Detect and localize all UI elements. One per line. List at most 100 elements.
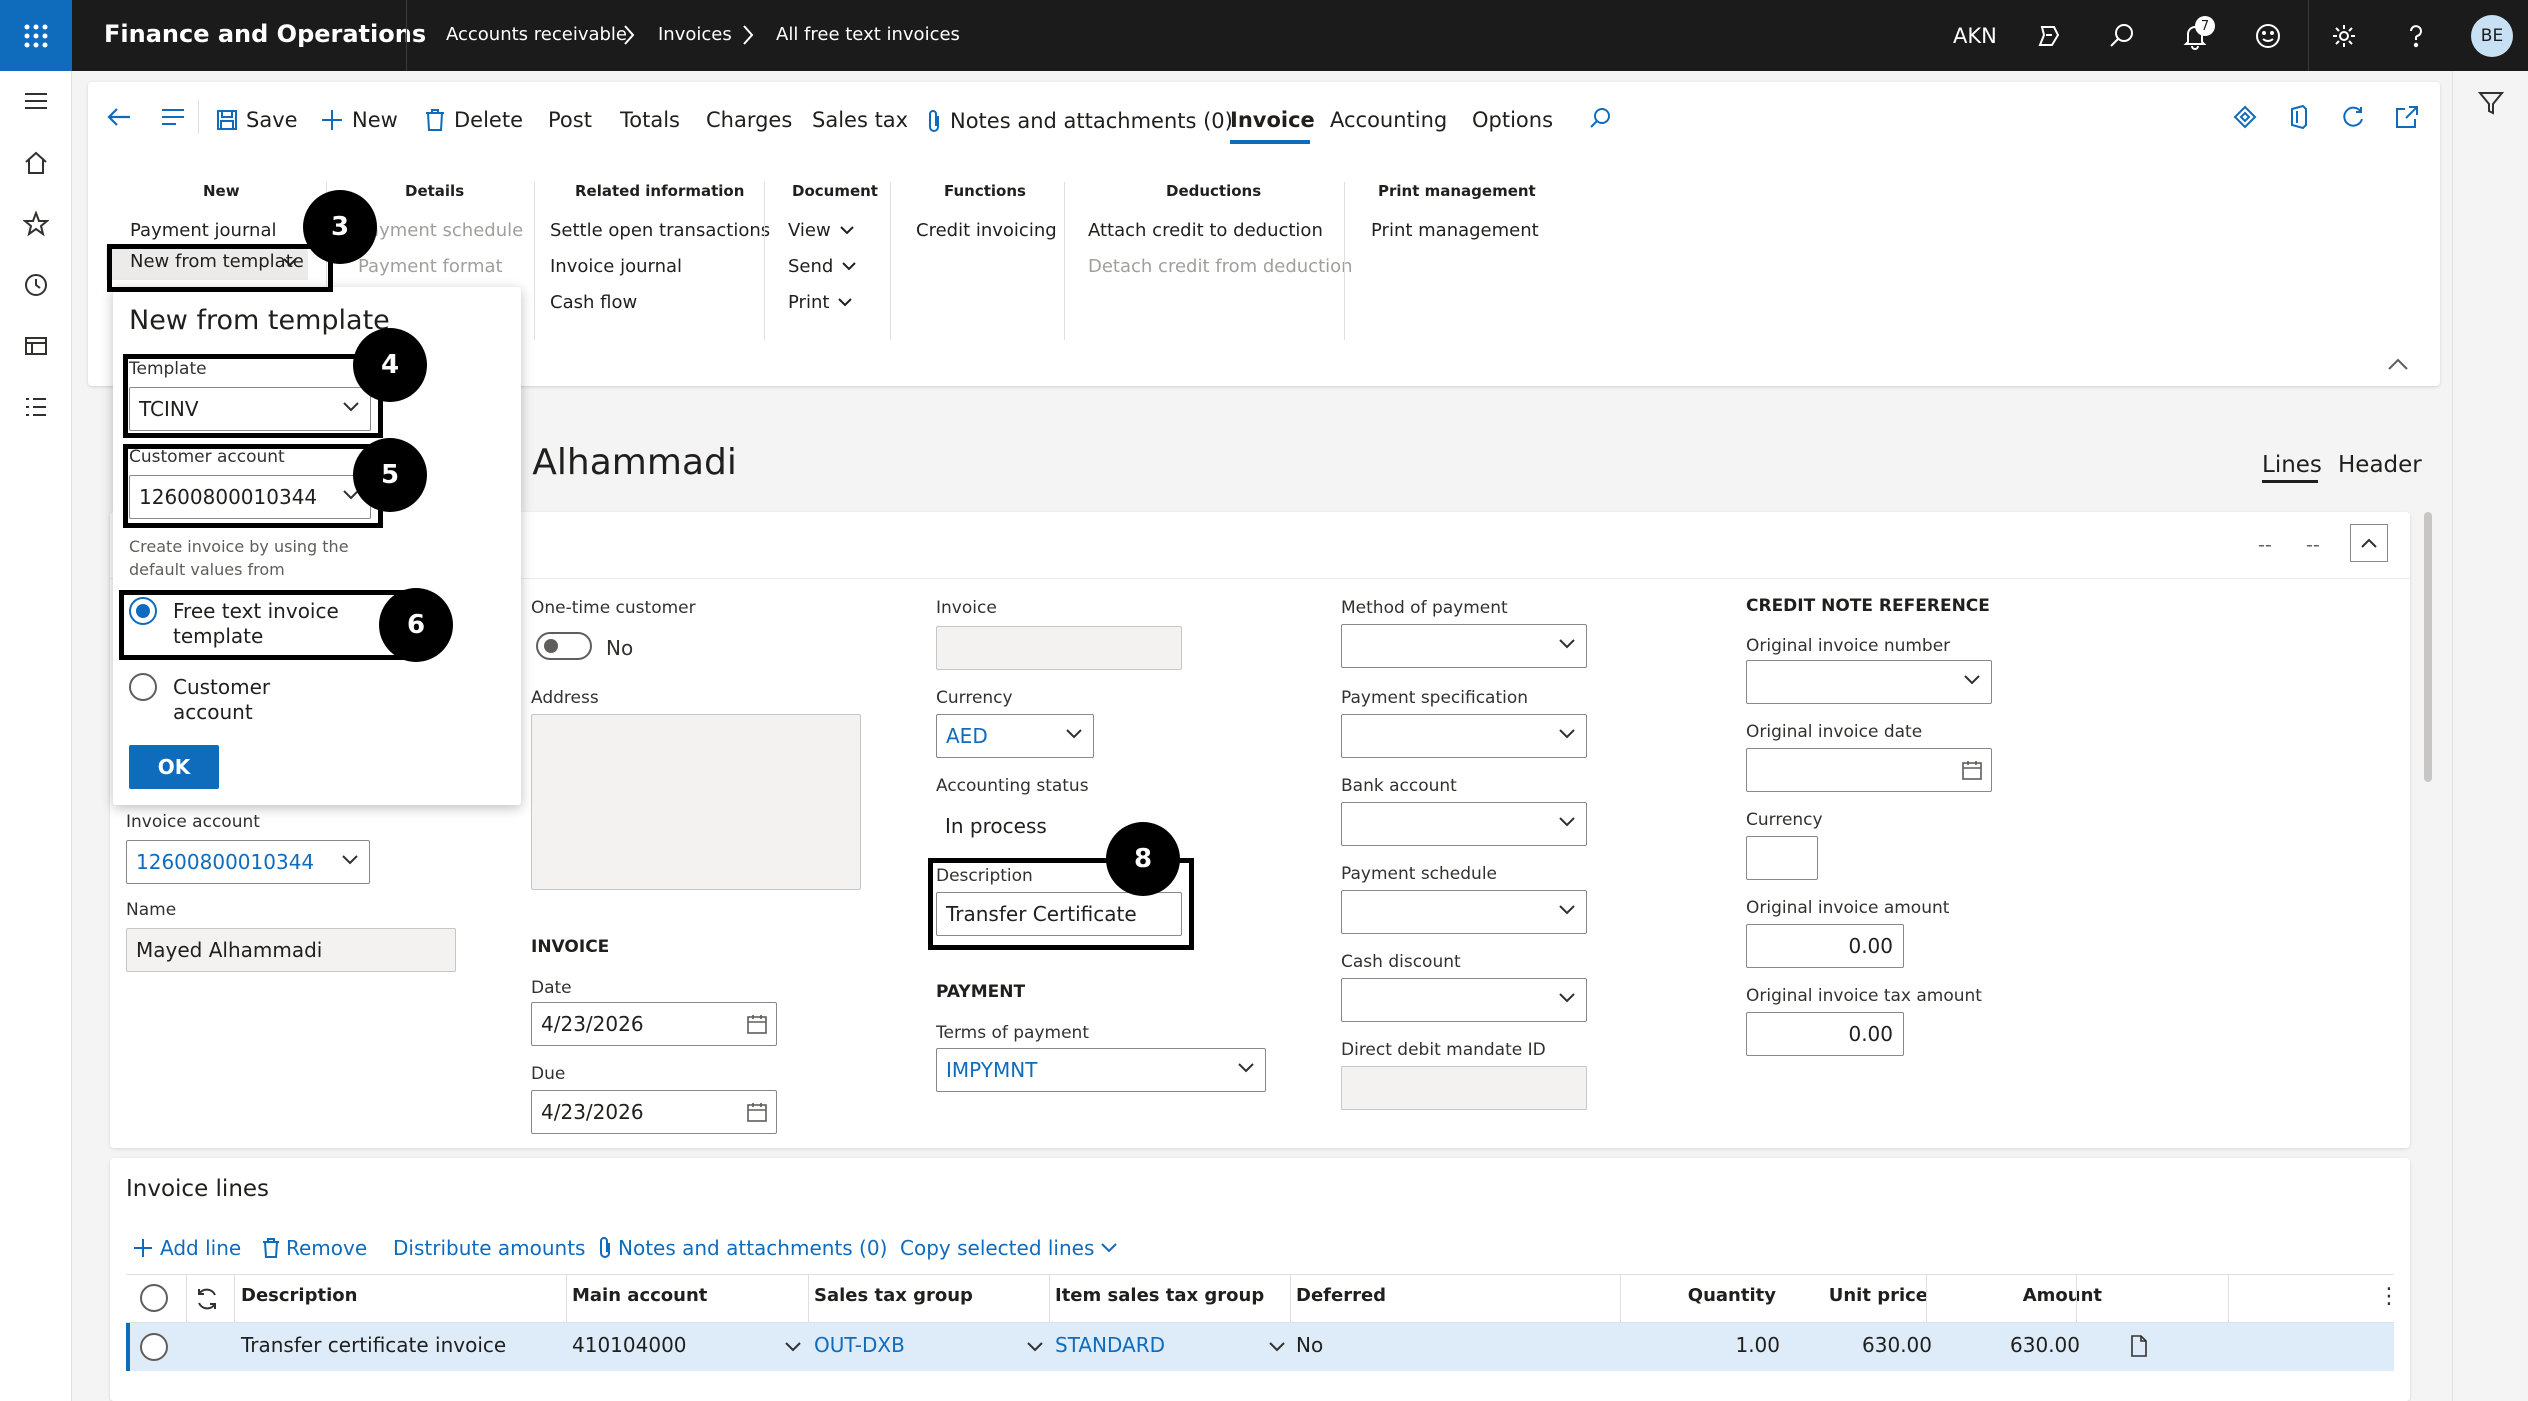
column-header-main-account[interactable]: Main account: [572, 1285, 707, 1306]
totals-button[interactable]: Totals: [620, 108, 680, 132]
print-management-button[interactable]: Print management: [1371, 220, 1539, 241]
print-dropdown[interactable]: Print: [788, 292, 853, 313]
refresh-grid-icon[interactable]: [194, 1286, 220, 1312]
distribute-amounts-button[interactable]: Distribute amounts: [393, 1236, 585, 1260]
detach-credit-button[interactable]: Detach credit from deduction: [1088, 256, 1353, 277]
credit-note-currency-field[interactable]: [1746, 836, 1818, 880]
collapse-section-button[interactable]: [2350, 524, 2388, 562]
select-all-checkbox[interactable]: [140, 1284, 168, 1312]
company-picker[interactable]: AKN: [1953, 24, 1997, 48]
row-amount[interactable]: 630.00: [1946, 1333, 2080, 1357]
sales-tax-button[interactable]: Sales tax: [812, 108, 908, 132]
next-record-button[interactable]: --: [2306, 534, 2320, 556]
column-header-sales-tax-group[interactable]: Sales tax group: [814, 1285, 973, 1306]
recent-clock-icon[interactable]: [18, 267, 54, 303]
copilot-icon[interactable]: [2031, 18, 2067, 54]
view-dropdown[interactable]: View: [788, 220, 855, 241]
row-quantity[interactable]: 1.00: [1624, 1333, 1780, 1357]
tab-invoice[interactable]: Invoice: [1230, 108, 1315, 132]
charges-button[interactable]: Charges: [706, 108, 792, 132]
name-field[interactable]: Mayed Alhammadi: [126, 928, 456, 972]
credit-invoicing-button[interactable]: Credit invoicing: [916, 220, 1057, 241]
tab-lines[interactable]: Lines: [2262, 452, 2322, 478]
row-unit-price[interactable]: 630.00: [1794, 1333, 1932, 1357]
settings-gear-icon[interactable]: [2326, 18, 2362, 54]
delete-button[interactable]: Delete: [424, 108, 523, 132]
payment-schedule-field[interactable]: [1341, 890, 1587, 934]
table-row[interactable]: Transfer certificate invoice 410104000 O…: [126, 1323, 2394, 1371]
cash-discount-field[interactable]: [1341, 978, 1587, 1022]
search-icon[interactable]: [2104, 18, 2140, 54]
save-button[interactable]: Save: [216, 108, 298, 132]
tab-accounting[interactable]: Accounting: [1330, 108, 1447, 132]
cash-flow-button[interactable]: Cash flow: [550, 292, 637, 313]
column-header-item-sales-tax-group[interactable]: Item sales tax group: [1055, 1285, 1264, 1306]
column-header-quantity[interactable]: Quantity: [1620, 1285, 1776, 1306]
original-invoice-number-field[interactable]: [1746, 660, 1992, 704]
due-date-field[interactable]: 4/23/2026: [531, 1090, 777, 1134]
workspaces-icon[interactable]: [18, 328, 54, 364]
breadcrumb-all-free-text-invoices[interactable]: All free text invoices: [776, 24, 960, 45]
page-scrollbar[interactable]: [2424, 512, 2432, 782]
terms-of-payment-field[interactable]: IMPYMNT: [936, 1048, 1266, 1092]
settle-open-transactions-button[interactable]: Settle open transactions: [550, 220, 770, 241]
back-arrow-icon[interactable]: [104, 102, 134, 132]
original-invoice-tax-amount-field[interactable]: 0.00: [1746, 1012, 1904, 1056]
date-field[interactable]: 4/23/2026: [531, 1002, 777, 1046]
action-search-icon[interactable]: [1588, 106, 1612, 130]
payment-schedule-button[interactable]: Payment schedule: [358, 220, 523, 241]
row-sales-tax-group[interactable]: OUT-DXB: [814, 1333, 905, 1357]
invoice-journal-button[interactable]: Invoice journal: [550, 256, 682, 277]
collapse-ribbon-chevron-up-icon[interactable]: [2386, 356, 2410, 372]
help-icon[interactable]: [2398, 18, 2434, 54]
user-avatar[interactable]: BE: [2471, 15, 2513, 57]
payment-specification-field[interactable]: [1341, 714, 1587, 758]
open-new-window-icon[interactable]: [2394, 104, 2420, 130]
radio-customer-account[interactable]: [129, 673, 157, 701]
row-main-account[interactable]: 410104000: [572, 1333, 687, 1357]
address-field[interactable]: [531, 714, 861, 890]
notes-attachments-button[interactable]: Notes and attachments (0): [926, 108, 1233, 134]
original-invoice-amount-field[interactable]: 0.00: [1746, 924, 1904, 968]
add-line-button[interactable]: Add line: [132, 1236, 241, 1260]
row-description[interactable]: Transfer certificate invoice: [241, 1333, 506, 1357]
favorites-star-icon[interactable]: [18, 206, 54, 242]
refresh-icon[interactable]: [2340, 104, 2366, 130]
chevron-down-icon[interactable]: [1026, 1340, 1044, 1354]
home-icon[interactable]: [18, 145, 54, 181]
payment-format-button[interactable]: Payment format: [358, 256, 503, 277]
breadcrumb-accounts-receivable[interactable]: Accounts receivable: [446, 24, 627, 45]
hamburger-menu-icon[interactable]: [18, 83, 54, 119]
app-title[interactable]: Finance and Operations: [104, 20, 426, 48]
lines-notes-attachments-button[interactable]: Notes and attachments (0): [598, 1236, 887, 1260]
tab-header[interactable]: Header: [2338, 452, 2422, 478]
filter-icon[interactable]: [2477, 89, 2505, 117]
method-of-payment-field[interactable]: [1341, 624, 1587, 668]
currency-field[interactable]: AED: [936, 714, 1094, 758]
list-view-icon[interactable]: [158, 102, 188, 132]
post-button[interactable]: Post: [548, 108, 592, 132]
remove-line-button[interactable]: Remove: [262, 1236, 367, 1260]
column-header-deferred[interactable]: Deferred: [1296, 1285, 1386, 1306]
feedback-smiley-icon[interactable]: [2250, 18, 2286, 54]
invoice-field[interactable]: [936, 626, 1182, 670]
direct-debit-mandate-field[interactable]: [1341, 1066, 1587, 1110]
copy-selected-lines-button[interactable]: Copy selected lines: [900, 1236, 1118, 1260]
more-options-icon[interactable]: ⋮: [2378, 1284, 2400, 1309]
tab-options[interactable]: Options: [1472, 108, 1553, 132]
option-customer-account-label[interactable]: Customer account: [173, 675, 343, 725]
one-time-customer-toggle[interactable]: [536, 632, 592, 660]
document-icon[interactable]: [2130, 1335, 2148, 1357]
invoice-account-field[interactable]: 12600800010344: [126, 840, 370, 884]
new-button[interactable]: New: [320, 108, 398, 132]
row-item-sales-tax-group[interactable]: STANDARD: [1055, 1333, 1165, 1357]
row-select-checkbox[interactable]: [140, 1333, 168, 1361]
column-header-description[interactable]: Description: [241, 1285, 357, 1306]
original-invoice-date-field[interactable]: [1746, 748, 1992, 792]
modules-list-icon[interactable]: [18, 389, 54, 425]
breadcrumb-invoices[interactable]: Invoices: [658, 24, 732, 45]
app-launcher-icon[interactable]: [0, 0, 72, 71]
chevron-down-icon[interactable]: [784, 1340, 802, 1354]
payment-journal-button[interactable]: Payment journal: [130, 220, 276, 241]
column-header-amount[interactable]: Amount: [1942, 1285, 2102, 1306]
